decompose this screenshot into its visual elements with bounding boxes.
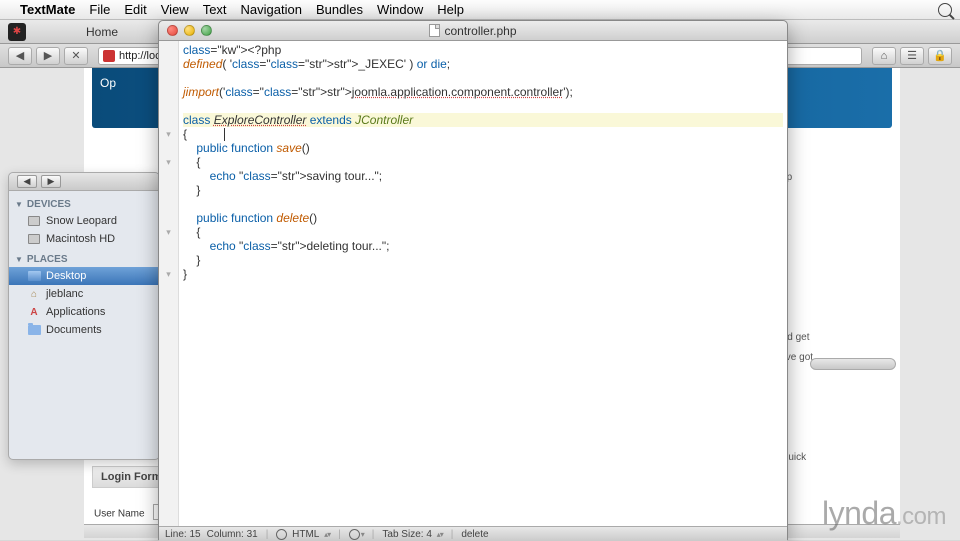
status-column[interactable]: Column: 31 <box>207 529 258 540</box>
finder-forward-button[interactable]: ▶ <box>41 175 61 188</box>
place-1-label: jleblanc <box>46 288 83 300</box>
lynda-watermark: lynda.com <box>822 495 946 532</box>
place-0-label: Desktop <box>46 270 86 282</box>
zoom-button[interactable] <box>201 25 212 36</box>
finder-window: ◀ ▶ ▼DEVICES Snow Leopard Macintosh HD ▼… <box>8 172 160 460</box>
textmate-window: controller.php ▾▾▾▾ class="kw"><?phpdefi… <box>158 20 788 540</box>
minimize-button[interactable] <box>184 25 195 36</box>
status-language[interactable]: HTML ▴▾ <box>276 529 330 540</box>
places-label: PLACES <box>27 254 68 265</box>
finder-sidebar: ▼DEVICES Snow Leopard Macintosh HD ▼PLAC… <box>9 191 159 345</box>
device-1-label: Macintosh HD <box>46 233 115 245</box>
applications-icon: A <box>27 305 41 319</box>
forward-button[interactable]: ▶ <box>36 47 60 65</box>
finder-back-button[interactable]: ◀ <box>17 175 37 188</box>
gear-icon <box>349 529 360 540</box>
desktop-icon <box>27 269 41 283</box>
menu-help[interactable]: Help <box>437 2 464 17</box>
drive-icon <box>27 214 41 228</box>
menubar-right <box>938 3 952 17</box>
menu-edit[interactable]: Edit <box>124 2 146 17</box>
document-icon <box>429 24 440 37</box>
scrollbar-horizontal[interactable] <box>810 358 896 370</box>
sidebar-item-macintosh-hd[interactable]: Macintosh HD <box>9 230 159 248</box>
spotlight-icon[interactable] <box>938 3 952 17</box>
devices-section[interactable]: ▼DEVICES <box>9 197 159 212</box>
code-editor[interactable]: class="kw"><?phpdefined( 'class="class="… <box>179 41 787 526</box>
status-line[interactable]: Line: 15 <box>165 529 201 540</box>
menu-view[interactable]: View <box>161 2 189 17</box>
title-text: controller.php <box>444 24 516 38</box>
menu-text[interactable]: Text <box>203 2 227 17</box>
mac-menubar: TextMate File Edit View Text Navigation … <box>0 0 960 20</box>
menu-navigation[interactable]: Navigation <box>241 2 302 17</box>
place-3-label: Documents <box>46 324 102 336</box>
reload-button[interactable]: ✕ <box>64 47 88 65</box>
close-button[interactable] <box>167 25 178 36</box>
sidebar-item-documents[interactable]: Documents <box>9 321 159 339</box>
status-symbol[interactable]: delete <box>461 529 488 540</box>
username-label: User Name <box>94 509 145 520</box>
window-controls <box>167 25 212 36</box>
editor-statusbar: Line: 15 Column: 31 | HTML ▴▾ | ▾ | Tab … <box>159 526 787 541</box>
feed-button[interactable]: ☰ <box>900 47 924 65</box>
drive-icon <box>27 232 41 246</box>
editor-gutter[interactable]: ▾▾▾▾ <box>159 41 179 526</box>
editor-titlebar[interactable]: controller.php <box>159 21 787 41</box>
menu-window[interactable]: Window <box>377 2 423 17</box>
window-title: controller.php <box>159 24 787 38</box>
menu-file[interactable]: File <box>89 2 110 17</box>
banner-text: Op <box>100 76 116 90</box>
sidebar-item-snow-leopard[interactable]: Snow Leopard <box>9 212 159 230</box>
editor-body: ▾▾▾▾ class="kw"><?phpdefined( 'class="cl… <box>159 41 787 526</box>
finder-toolbar: ◀ ▶ <box>9 173 159 191</box>
gear-icon <box>276 529 287 540</box>
device-0-label: Snow Leopard <box>46 215 117 227</box>
sidebar-item-jleblanc[interactable]: ⌂ jleblanc <box>9 285 159 303</box>
menu-bundles[interactable]: Bundles <box>316 2 363 17</box>
lock-button[interactable]: 🔒 <box>928 47 952 65</box>
home-button[interactable]: ⌂ <box>872 47 896 65</box>
home-icon: ⌂ <box>27 287 41 301</box>
folder-icon <box>27 323 41 337</box>
sidebar-item-applications[interactable]: A Applications <box>9 303 159 321</box>
watermark-brand: lynda <box>822 495 896 531</box>
status-tabsize[interactable]: Tab Size: 4 ▴▾ <box>382 529 442 540</box>
place-2-label: Applications <box>46 306 105 318</box>
app-menu[interactable]: TextMate <box>20 2 75 17</box>
lynda-badge-icon: ✱ <box>8 23 26 41</box>
devices-label: DEVICES <box>27 199 71 210</box>
back-button[interactable]: ◀ <box>8 47 32 65</box>
sidebar-item-desktop[interactable]: Desktop <box>9 267 159 285</box>
watermark-tld: .com <box>896 503 946 530</box>
places-section[interactable]: ▼PLACES <box>9 252 159 267</box>
favicon-icon <box>103 50 115 62</box>
status-gear[interactable]: ▾ <box>349 529 364 540</box>
browser-tab-home[interactable]: Home <box>86 25 118 39</box>
